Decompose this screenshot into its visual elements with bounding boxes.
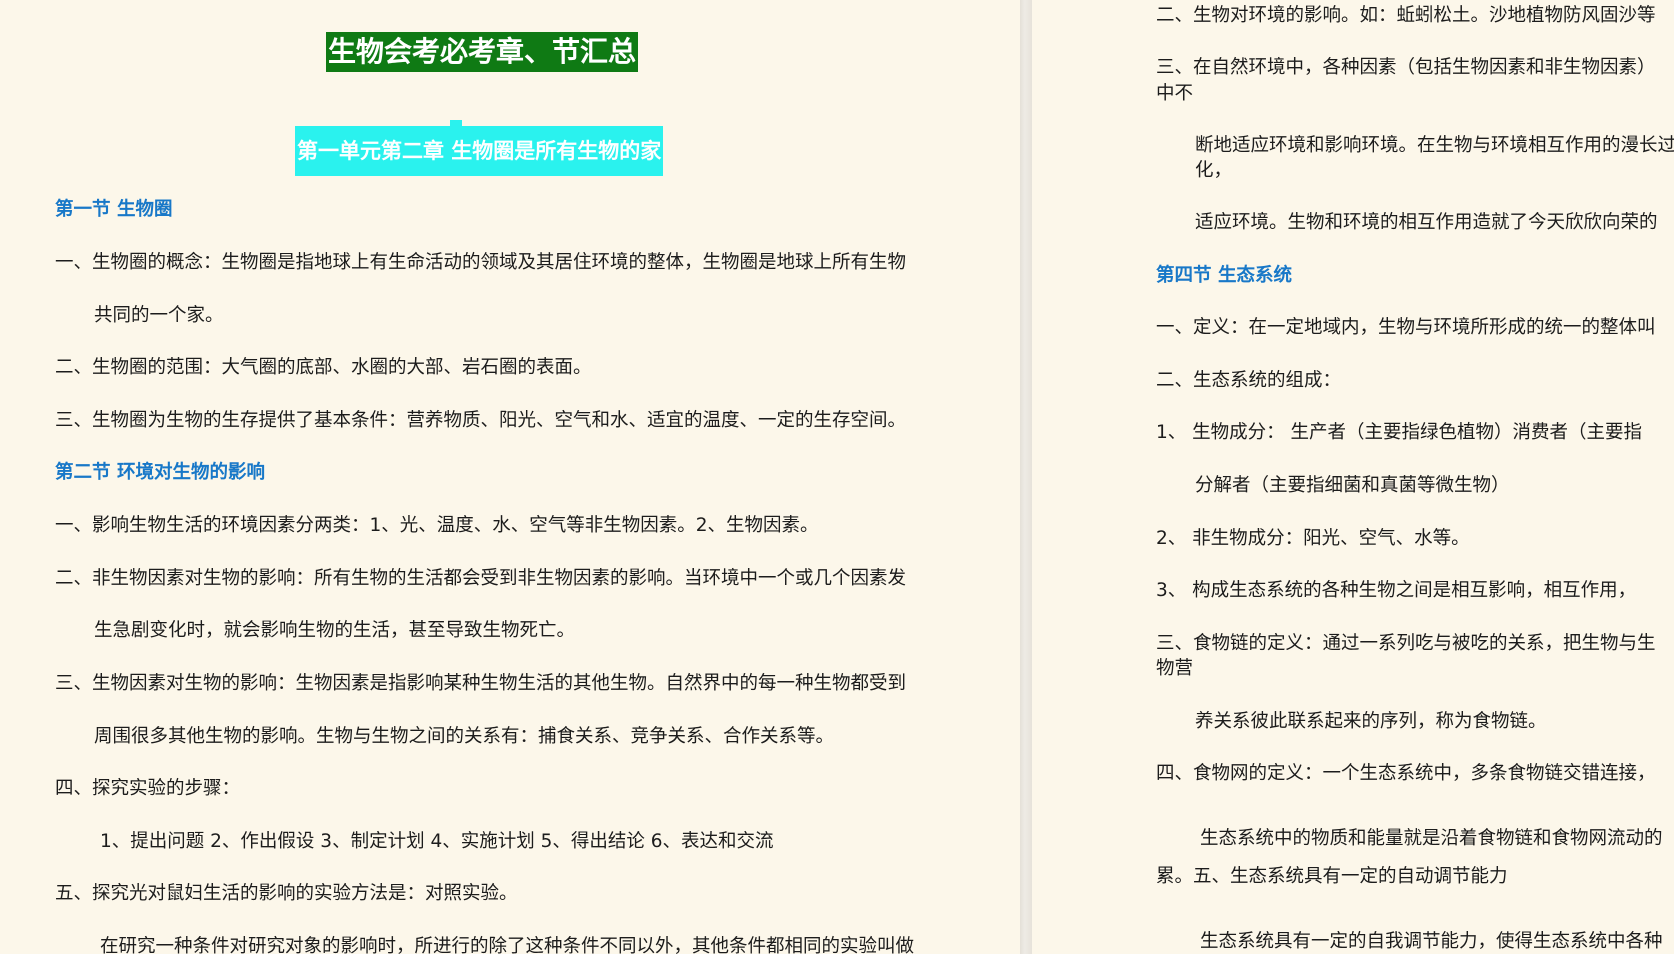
document-viewer[interactable]: 生物会考必考章、节汇总 第一单元第二章 生物圈是所有生物的家 第一节 生物圈 一… <box>0 0 1674 954</box>
paragraph-line: 在研究一种条件对研究对象的影响时，所进行的除了这种条件不同以外，其他条件都相同的… <box>100 936 915 954</box>
paragraph-line: 3、 构成生态系统的各种生物之间是相互影响，相互作用， <box>1156 580 1637 601</box>
paragraph-line: 一、定义：在一定地域内，生物与环境所形成的统一的整体叫 <box>1156 317 1656 338</box>
paragraph-line: 四、食物网的定义：一个生态系统中，多条食物链交错连接， <box>1156 763 1656 784</box>
paragraph-line: 生态系统中的物质和能量就是沿着食物链和食物网流动的 <box>1200 828 1663 849</box>
paragraph-line: 二、生物对环境的影响。如：蚯蚓松土。沙地植物防风固沙等 <box>1156 5 1656 26</box>
paragraph-line: 断地适应环境和影响环境。在生物与环境相互作用的漫长过 <box>1195 135 1674 156</box>
paragraph-line: 2、 非生物成分：阳光、空气、水等。 <box>1156 528 1470 549</box>
paragraph-line: 三、食物链的定义：通过一系列吃与被吃的关系，把生物与生 <box>1156 633 1656 654</box>
paragraph-line: 二、非生物因素对生物的影响：所有生物的生活都会受到非生物因素的影响。当环境中一个… <box>55 568 907 589</box>
paragraph-line: 适应环境。生物和环境的相互作用造就了今天欣欣向荣的 <box>1195 212 1658 233</box>
document-title: 生物会考必考章、节汇总 <box>326 32 639 72</box>
paragraph-line: 累。五、生态系统具有一定的自动调节能力 <box>1156 866 1508 887</box>
section-heading-4: 第四节 生态系统 <box>1156 265 1292 286</box>
paragraph-line: 二、生物圈的范围：大气圈的底部、水圈的大部、岩石圈的表面。 <box>55 357 592 378</box>
paragraph-line: 中不 <box>1156 83 1194 104</box>
section-heading-1: 第一节 生物圈 <box>55 199 173 220</box>
paragraph-line: 一、影响生物生活的环境因素分两类：1、光、温度、水、空气等非生物因素。2、生物因… <box>55 515 819 536</box>
paragraph-line: 五、探究光对鼠妇生活的影响的实验方法是：对照实验。 <box>55 883 518 904</box>
paragraph-line: 生态系统具有一定的自我调节能力，使得生态系统中各种 <box>1200 931 1663 952</box>
paragraph-line: 一、生物圈的概念：生物圈是指地球上有生命活动的领域及其居住环境的整体，生物圈是地… <box>55 252 907 273</box>
chapter-title: 第一单元第二章 生物圈是所有生物的家 <box>295 126 664 176</box>
paragraph-line: 四、探究实验的步骤： <box>55 778 241 799</box>
paragraph-line: 化， <box>1195 160 1233 181</box>
paragraph-line: 周围很多其他生物的影响。生物与生物之间的关系有：捕食关系、竞争关系、合作关系等。 <box>94 726 835 747</box>
left-page: 生物会考必考章、节汇总 第一单元第二章 生物圈是所有生物的家 第一节 生物圈 一… <box>0 0 1020 954</box>
paragraph-line: 养关系彼此联系起来的序列，称为食物链。 <box>1195 711 1547 732</box>
right-page: 二、生物对环境的影响。如：蚯蚓松土。沙地植物防风固沙等 三、在自然环境中，各种因… <box>1032 0 1674 954</box>
page-gap <box>1020 0 1032 954</box>
paragraph-line: 三、生物因素对生物的影响：生物因素是指影响某种生物生活的其他生物。自然界中的每一… <box>55 673 907 694</box>
paragraph-line: 1、提出问题 2、作出假设 3、制定计划 4、实施计划 5、得出结论 6、表达和… <box>100 831 774 852</box>
paragraph-line: 生急剧变化时，就会影响生物的生活，甚至导致生物死亡。 <box>94 620 576 641</box>
paragraph-line: 分解者（主要指细菌和真菌等微生物） <box>1195 475 1510 496</box>
paragraph-line: 物营 <box>1156 658 1194 679</box>
section-heading-2: 第二节 环境对生物的影响 <box>55 462 265 483</box>
paragraph-line: 二、生态系统的组成： <box>1156 370 1342 391</box>
paragraph-line: 共同的一个家。 <box>94 305 224 326</box>
paragraph-line: 三、生物圈为生物的生存提供了基本条件：营养物质、阳光、空气和水、适宜的温度、一定… <box>55 410 907 431</box>
paragraph-line: 三、在自然环境中，各种因素（包括生物因素和非生物因素） <box>1156 57 1656 78</box>
paragraph-line: 1、 生物成分： 生产者（主要指绿色植物）消费者（主要指 <box>1156 422 1643 443</box>
